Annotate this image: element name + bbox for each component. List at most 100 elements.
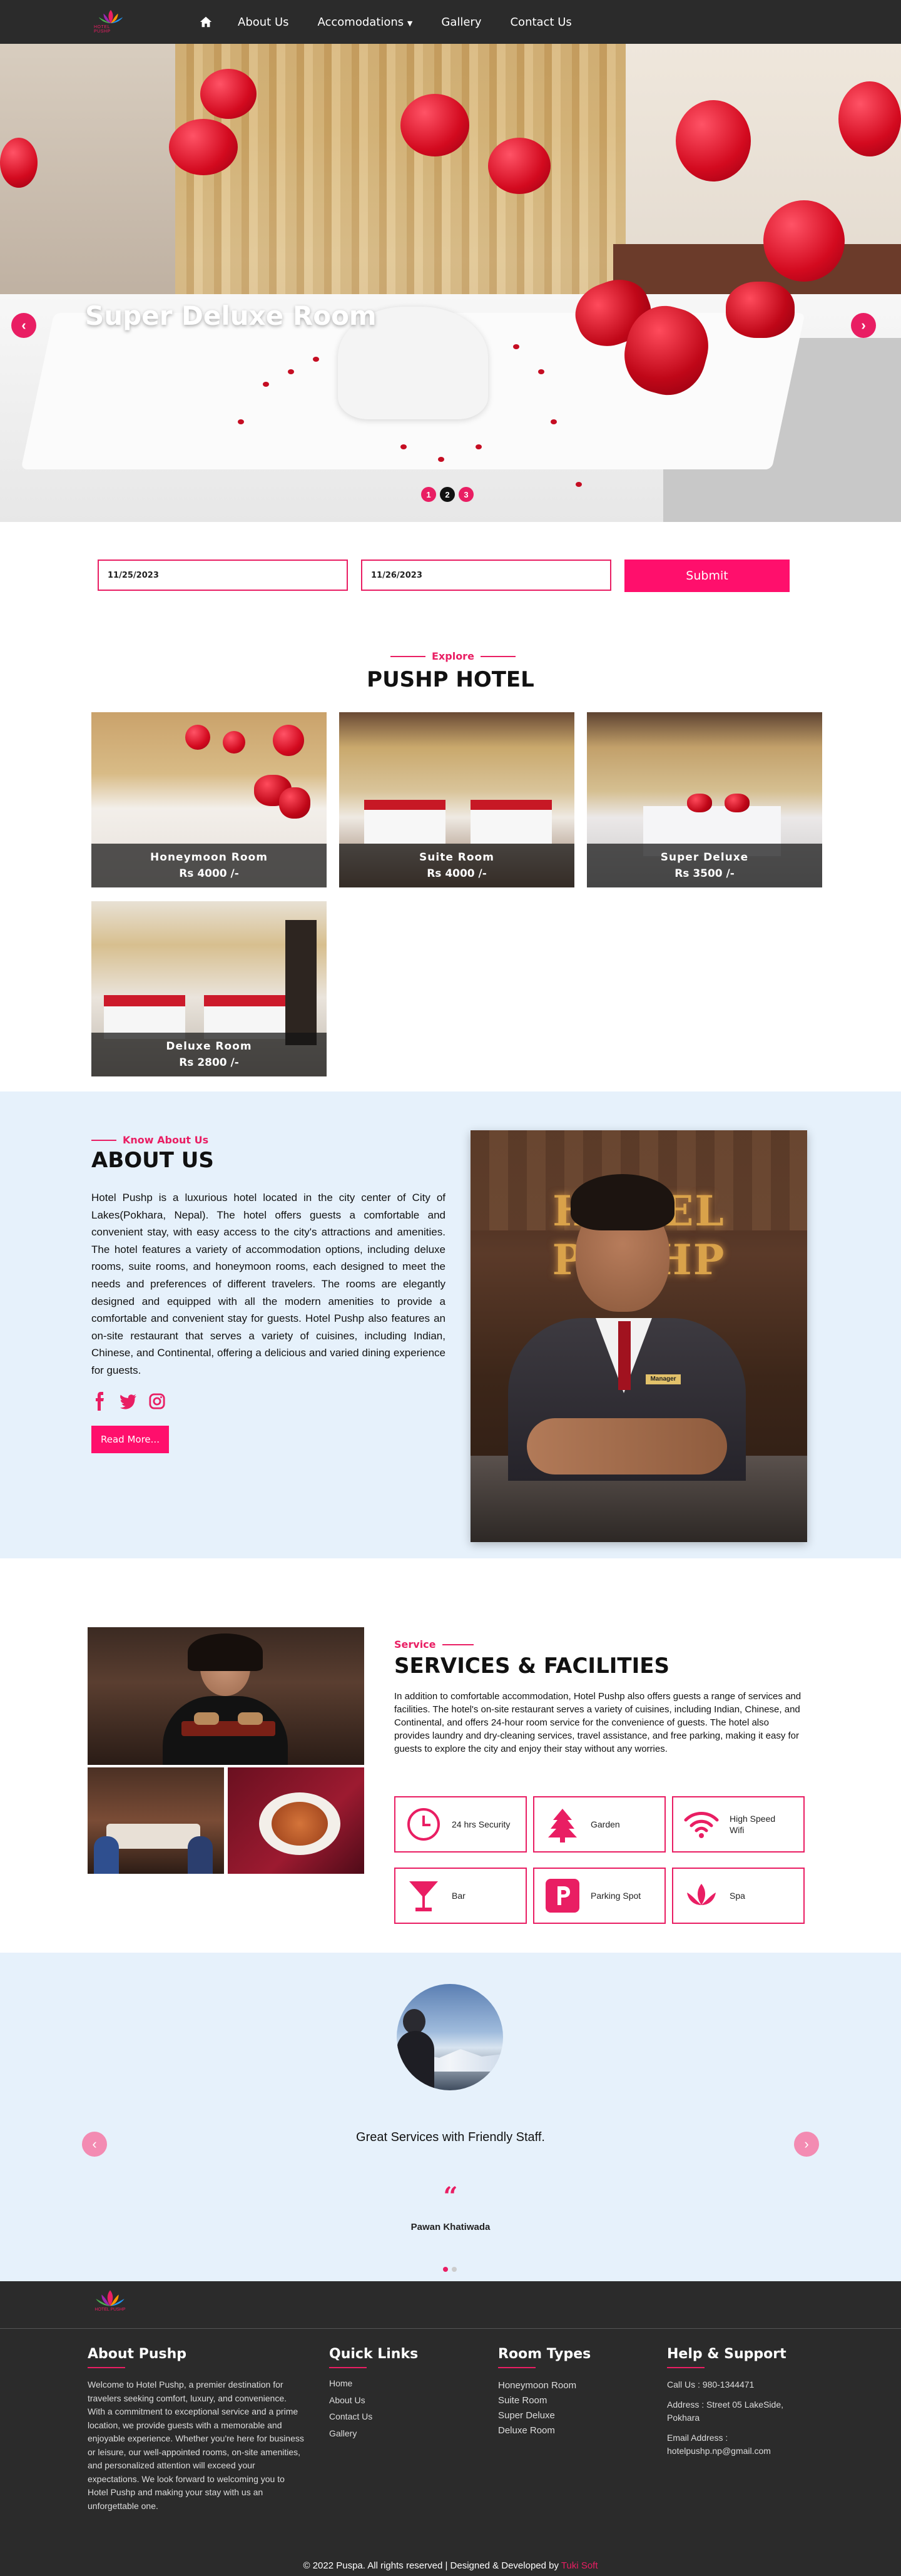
footer-room-super-deluxe[interactable]: Super Deluxe bbox=[498, 2408, 636, 2423]
footer-room-deluxe[interactable]: Deluxe Room bbox=[498, 2423, 636, 2438]
testimonial-dot-2[interactable] bbox=[452, 2267, 457, 2272]
footer-quick-links: Quick Links Home About Us Contact Us Gal… bbox=[329, 2346, 454, 2445]
facility-wifi: High Speed Wifi bbox=[672, 1796, 805, 1853]
footer-rooms-title: Room Types bbox=[498, 2346, 591, 2362]
logo-text: HOTEL PUSHP bbox=[94, 25, 111, 34]
twitter-icon[interactable] bbox=[120, 1392, 136, 1411]
nav-menu: About Us Accomodations ▼ Gallery Contact… bbox=[199, 0, 601, 44]
room-card-deluxe[interactable]: Deluxe Room Rs 2800 /- bbox=[91, 901, 327, 1076]
footer-call[interactable]: Call Us : 980-1344471 bbox=[667, 2378, 817, 2392]
room-price: Rs 4000 /- bbox=[427, 867, 487, 880]
dining-photo bbox=[88, 1767, 224, 1874]
read-more-button[interactable]: Read More... bbox=[91, 1426, 169, 1453]
tree-icon bbox=[548, 1809, 577, 1843]
footer-email[interactable]: hotelpushp.np@gmail.com bbox=[667, 2445, 817, 2458]
footer-help-title: Help & Support bbox=[667, 2346, 786, 2362]
nav-about-us[interactable]: About Us bbox=[238, 16, 289, 29]
checkout-date-input[interactable]: 11/26/2023 bbox=[361, 560, 611, 591]
facility-24hrs-security: 24 hrs Security bbox=[394, 1796, 527, 1853]
testimonial-pagination bbox=[443, 2267, 457, 2272]
footer-room-honeymoon[interactable]: Honeymoon Room bbox=[498, 2378, 636, 2393]
hotel-logo[interactable]: HOTEL PUSHP bbox=[94, 9, 128, 34]
about-section: Know About Us ABOUT US Hotel Pushp is a … bbox=[0, 1091, 901, 1558]
footer-link-about[interactable]: About Us bbox=[329, 2395, 454, 2405]
social-links bbox=[91, 1392, 165, 1411]
room-name: Suite Room bbox=[419, 851, 494, 864]
cocktail-icon bbox=[409, 1881, 438, 1911]
nav-accomodations-label: Accomodations bbox=[317, 15, 404, 29]
reviewer-name: Pawan Khatiwada bbox=[410, 2222, 491, 2232]
footer-link-gallery[interactable]: Gallery bbox=[329, 2428, 454, 2438]
footer-quick-title: Quick Links bbox=[329, 2346, 419, 2362]
about-text: Hotel Pushp is a luxurious hotel located… bbox=[91, 1192, 445, 1376]
clock-icon bbox=[407, 1808, 440, 1841]
quote-icon: “ bbox=[443, 2182, 458, 2211]
about-heading: ABOUT US bbox=[91, 1148, 214, 1173]
developer-link[interactable]: Tuki Soft bbox=[561, 2560, 598, 2571]
footer-help: Help & Support Call Us : 980-1344471 Add… bbox=[667, 2346, 817, 2458]
hero-slider: Super Deluxe Room ‹ › bbox=[0, 44, 901, 522]
top-navbar: HOTEL PUSHP About Us Accomodations ▼ Gal… bbox=[0, 0, 901, 44]
services-text: In addition to comfortable accommodation… bbox=[394, 1691, 802, 1754]
footer-email-label: Email Address : bbox=[667, 2432, 728, 2443]
room-name: Honeymoon Room bbox=[150, 851, 268, 864]
facility-spa: Spa bbox=[672, 1868, 805, 1924]
instagram-icon[interactable] bbox=[149, 1392, 165, 1411]
footer-address: Address : Street 05 LakeSide, Pokhara bbox=[667, 2399, 783, 2423]
nav-gallery[interactable]: Gallery bbox=[441, 16, 481, 29]
hero-dot-2[interactable]: 2 bbox=[440, 487, 455, 502]
copyright-text: © 2022 Puspa. All rights reserved | Desi… bbox=[303, 2560, 559, 2571]
hero-dot-3[interactable]: 3 bbox=[459, 487, 474, 502]
submit-button[interactable]: Submit bbox=[624, 560, 790, 592]
services-heading: SERVICES & FACILITIES bbox=[394, 1653, 669, 1679]
footer-about: About Pushp Welcome to Hotel Pushp, a pr… bbox=[88, 2346, 304, 2513]
room-price: Rs 4000 /- bbox=[179, 867, 239, 880]
room-card-suite[interactable]: Suite Room Rs 4000 /- bbox=[339, 712, 574, 887]
explore-heading: PUSHP HOTEL bbox=[367, 667, 534, 692]
copyright: © 2022 Puspa. All rights reserved | Desi… bbox=[0, 2560, 901, 2571]
about-eyebrow: Know About Us bbox=[91, 1134, 208, 1146]
reviewer-avatar bbox=[397, 1984, 503, 2090]
nav-accomodations[interactable]: Accomodations ▼ bbox=[318, 16, 413, 29]
hero-prev-arrow-icon[interactable]: ‹ bbox=[11, 313, 36, 338]
food-photo bbox=[228, 1767, 364, 1874]
testimonial-section: ‹ › Great Services with Friendly Staff. … bbox=[0, 1953, 901, 2281]
services-eyebrow: Service bbox=[394, 1638, 474, 1650]
room-name: Super Deluxe bbox=[660, 851, 749, 864]
manager-badge: Manager bbox=[646, 1374, 681, 1384]
wifi-icon bbox=[684, 1812, 719, 1838]
parking-icon bbox=[546, 1879, 579, 1913]
footer-about-title: About Pushp bbox=[88, 2346, 187, 2362]
footer-room-types: Room Types Honeymoon Room Suite Room Sup… bbox=[498, 2346, 636, 2438]
caret-down-icon: ▼ bbox=[407, 19, 413, 28]
lotus-icon bbox=[687, 1884, 716, 1905]
room-card-honeymoon[interactable]: Honeymoon Room Rs 4000 /- bbox=[91, 712, 327, 887]
checkin-date-input[interactable]: 11/25/2023 bbox=[98, 560, 348, 591]
explore-eyebrow: Explore bbox=[390, 650, 516, 662]
hero-pagination: 1 2 3 bbox=[421, 487, 474, 502]
footer-link-home[interactable]: Home bbox=[329, 2378, 454, 2388]
testimonial-dot-1[interactable] bbox=[443, 2267, 448, 2272]
facebook-icon[interactable] bbox=[91, 1392, 108, 1411]
room-name: Deluxe Room bbox=[166, 1040, 252, 1053]
room-price: Rs 2800 /- bbox=[179, 1056, 239, 1069]
booking-form: 11/25/2023 11/26/2023 Submit bbox=[0, 522, 901, 628]
room-card-super-deluxe[interactable]: Super Deluxe Rs 3500 /- bbox=[587, 712, 822, 887]
footer-room-suite[interactable]: Suite Room bbox=[498, 2393, 636, 2408]
home-icon[interactable] bbox=[199, 15, 213, 29]
hero-title: Super Deluxe Room bbox=[85, 300, 377, 331]
footer-link-contact[interactable]: Contact Us bbox=[329, 2411, 454, 2421]
footer-logo-text: HOTEL PUSHP bbox=[94, 2308, 126, 2312]
footer-logo[interactable]: HOTEL PUSHP bbox=[91, 2289, 129, 2320]
services-section: Service SERVICES & FACILITIES In additio… bbox=[0, 1558, 901, 1953]
hero-next-arrow-icon[interactable]: › bbox=[851, 313, 876, 338]
explore-section: Explore PUSHP HOTEL Honeymoon Room Rs 400… bbox=[0, 628, 901, 1091]
nav-contact-us[interactable]: Contact Us bbox=[510, 16, 571, 29]
footer: HOTEL PUSHP About Pushp Welcome to Hotel… bbox=[0, 2281, 901, 2576]
staff-photo bbox=[88, 1627, 364, 1765]
room-price: Rs 3500 /- bbox=[674, 867, 735, 880]
testimonial-quote: Great Services with Friendly Staff. bbox=[356, 2130, 545, 2144]
hero-dot-1[interactable]: 1 bbox=[421, 487, 436, 502]
lotus-logo-icon bbox=[96, 2290, 125, 2306]
footer-about-text: Welcome to Hotel Pushp, a premier destin… bbox=[88, 2379, 304, 2511]
